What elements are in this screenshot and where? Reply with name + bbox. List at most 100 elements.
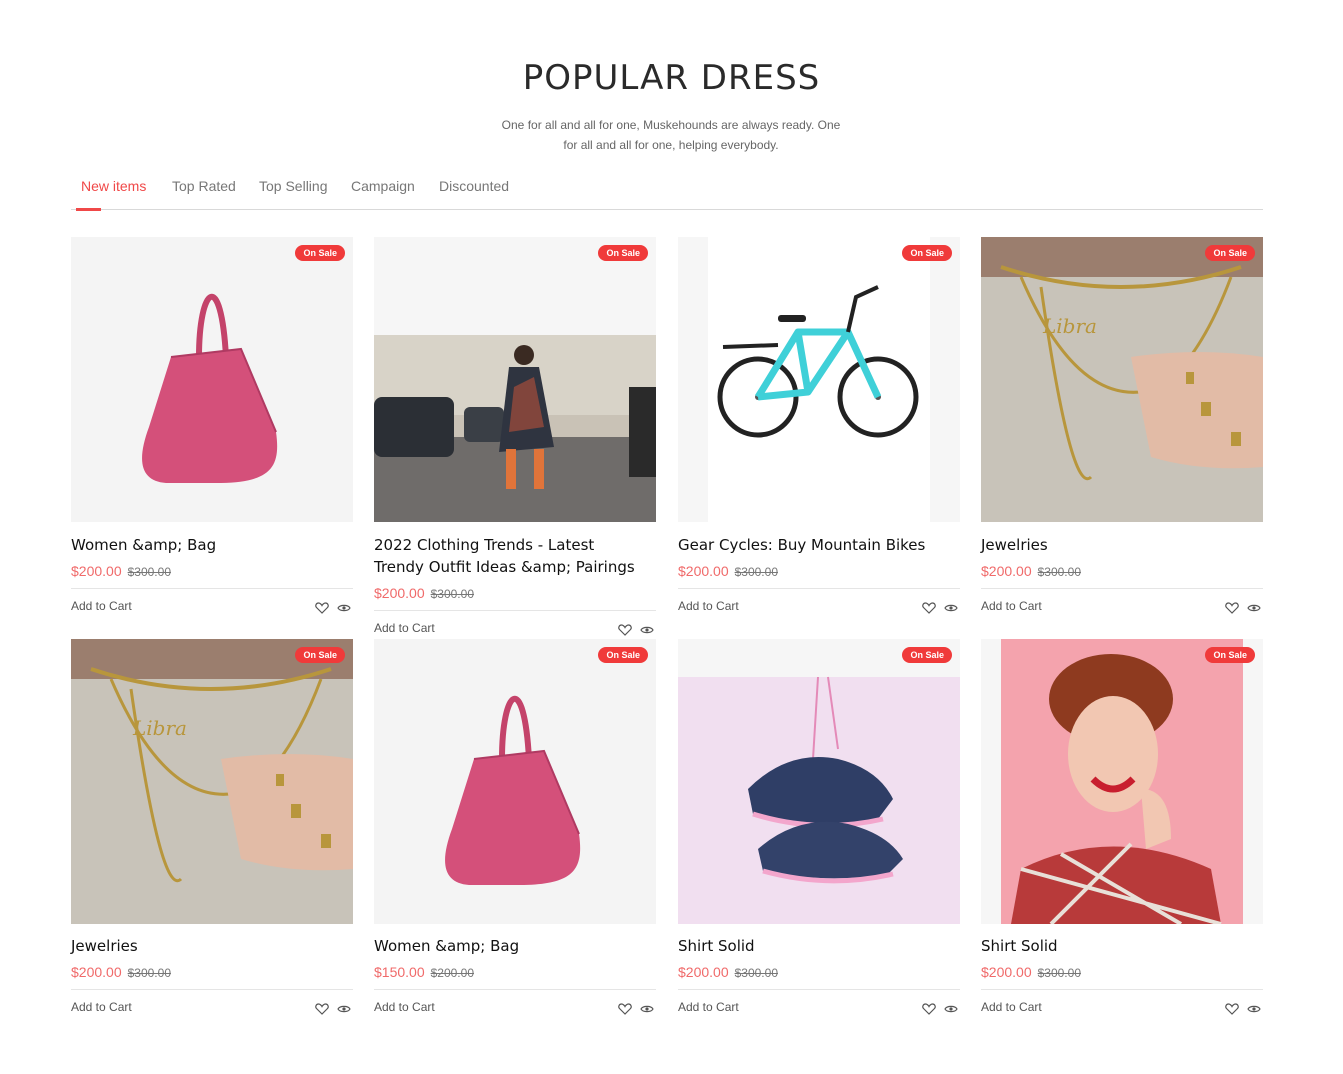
add-to-cart-button[interactable]: Add to Cart <box>71 1000 132 1014</box>
old-price: $200.00 <box>430 966 474 980</box>
on-sale-badge: On Sale <box>1205 245 1255 261</box>
product-price: $200.00 $300.00 <box>981 964 1081 980</box>
card-actions <box>918 1000 958 1018</box>
card-actions <box>918 599 958 617</box>
current-price: $200.00 <box>678 563 729 579</box>
product-name[interactable]: Gear Cycles: Buy Mountain Bikes <box>678 534 948 556</box>
card-divider <box>678 588 960 589</box>
add-to-cart-button[interactable]: Add to Cart <box>981 599 1042 613</box>
card-actions <box>614 1000 654 1018</box>
product-image[interactable]: On Sale <box>981 639 1263 924</box>
tab-top-selling[interactable]: Top Selling <box>259 178 328 194</box>
eye-icon[interactable] <box>944 1003 958 1015</box>
current-price: $200.00 <box>71 563 122 579</box>
old-price: $300.00 <box>1037 966 1081 980</box>
tab-top-rated[interactable]: Top Rated <box>172 178 236 194</box>
card-divider <box>71 989 353 990</box>
product-price: $200.00 $300.00 <box>374 585 474 601</box>
product-image[interactable]: On Sale <box>71 237 353 522</box>
heart-icon[interactable] <box>1224 1003 1239 1015</box>
current-price: $200.00 <box>981 964 1032 980</box>
add-to-cart-button[interactable]: Add to Cart <box>374 1000 435 1014</box>
on-sale-badge: On Sale <box>902 245 952 261</box>
section-subtitle: One for all and all for one, Muskehounds… <box>501 118 841 152</box>
product-image[interactable]: Libra On Sale <box>981 237 1263 522</box>
card-divider <box>71 588 353 589</box>
product-image[interactable]: On Sale <box>678 237 960 522</box>
jewelry-illustration: Libra <box>71 639 353 924</box>
svg-text:Libra: Libra <box>132 716 187 740</box>
svg-text:Libra: Libra <box>1042 314 1097 338</box>
jewelry-illustration: Libra <box>981 237 1263 522</box>
product-image[interactable]: On Sale <box>678 639 960 924</box>
bike-illustration <box>678 237 960 522</box>
current-price: $200.00 <box>981 563 1032 579</box>
card-actions <box>311 599 351 617</box>
product-name[interactable]: 2022 Clothing Trends - Latest Trendy Out… <box>374 534 644 578</box>
old-price: $300.00 <box>127 565 171 579</box>
product-name[interactable]: Women &amp; Bag <box>71 534 341 556</box>
heart-icon[interactable] <box>1224 602 1239 614</box>
add-to-cart-button[interactable]: Add to Cart <box>678 1000 739 1014</box>
add-to-cart-button[interactable]: Add to Cart <box>71 599 132 613</box>
heart-icon[interactable] <box>314 602 329 614</box>
current-price: $200.00 <box>374 585 425 601</box>
active-tab-indicator <box>76 208 101 211</box>
product-name[interactable]: Shirt Solid <box>981 935 1251 957</box>
product-name[interactable]: Jewelries <box>71 935 341 957</box>
add-to-cart-button[interactable]: Add to Cart <box>374 621 435 635</box>
product-tabs: New items Top Rated Top Selling Campaign… <box>71 172 1263 211</box>
current-price: $200.00 <box>678 964 729 980</box>
product-name[interactable]: Women &amp; Bag <box>374 935 644 957</box>
eye-icon[interactable] <box>1247 602 1261 614</box>
card-divider <box>981 989 1263 990</box>
old-price: $300.00 <box>734 966 778 980</box>
tab-campaign[interactable]: Campaign <box>351 178 415 194</box>
product-name[interactable]: Jewelries <box>981 534 1251 556</box>
on-sale-badge: On Sale <box>295 647 345 663</box>
product-image[interactable]: On Sale <box>374 237 656 522</box>
eye-icon[interactable] <box>337 1003 351 1015</box>
eye-icon[interactable] <box>640 1003 654 1015</box>
product-price: $200.00 $300.00 <box>981 563 1081 579</box>
product-price: $200.00 $300.00 <box>71 563 171 579</box>
pink-bag-illustration <box>71 237 353 522</box>
old-price: $300.00 <box>127 966 171 980</box>
on-sale-badge: On Sale <box>902 647 952 663</box>
street-style-illustration <box>374 237 656 522</box>
product-image[interactable]: On Sale <box>374 639 656 924</box>
eye-icon[interactable] <box>640 624 654 636</box>
tab-discounted[interactable]: Discounted <box>439 178 509 194</box>
old-price: $300.00 <box>734 565 778 579</box>
card-actions <box>614 621 654 639</box>
card-divider <box>374 610 656 611</box>
card-actions <box>1221 1000 1261 1018</box>
heart-icon[interactable] <box>617 624 632 636</box>
on-sale-badge: On Sale <box>295 245 345 261</box>
eye-icon[interactable] <box>1247 1003 1261 1015</box>
card-actions <box>1221 599 1261 617</box>
tab-new-items[interactable]: New items <box>81 178 146 194</box>
section-title: POPULAR DRESS <box>522 58 821 98</box>
card-divider <box>981 588 1263 589</box>
add-to-cart-button[interactable]: Add to Cart <box>981 1000 1042 1014</box>
add-to-cart-button[interactable]: Add to Cart <box>678 599 739 613</box>
eye-icon[interactable] <box>337 602 351 614</box>
sneakers-illustration <box>678 639 960 924</box>
card-divider <box>678 989 960 990</box>
heart-icon[interactable] <box>921 602 936 614</box>
old-price: $300.00 <box>1037 565 1081 579</box>
product-price: $200.00 $300.00 <box>71 964 171 980</box>
heart-icon[interactable] <box>617 1003 632 1015</box>
on-sale-badge: On Sale <box>1205 647 1255 663</box>
card-actions <box>311 1000 351 1018</box>
heart-icon[interactable] <box>314 1003 329 1015</box>
on-sale-badge: On Sale <box>598 647 648 663</box>
product-image[interactable]: Libra On Sale <box>71 639 353 924</box>
eye-icon[interactable] <box>944 602 958 614</box>
product-price: $150.00 $200.00 <box>374 964 474 980</box>
product-name[interactable]: Shirt Solid <box>678 935 948 957</box>
product-price: $200.00 $300.00 <box>678 964 778 980</box>
heart-icon[interactable] <box>921 1003 936 1015</box>
current-price: $200.00 <box>71 964 122 980</box>
